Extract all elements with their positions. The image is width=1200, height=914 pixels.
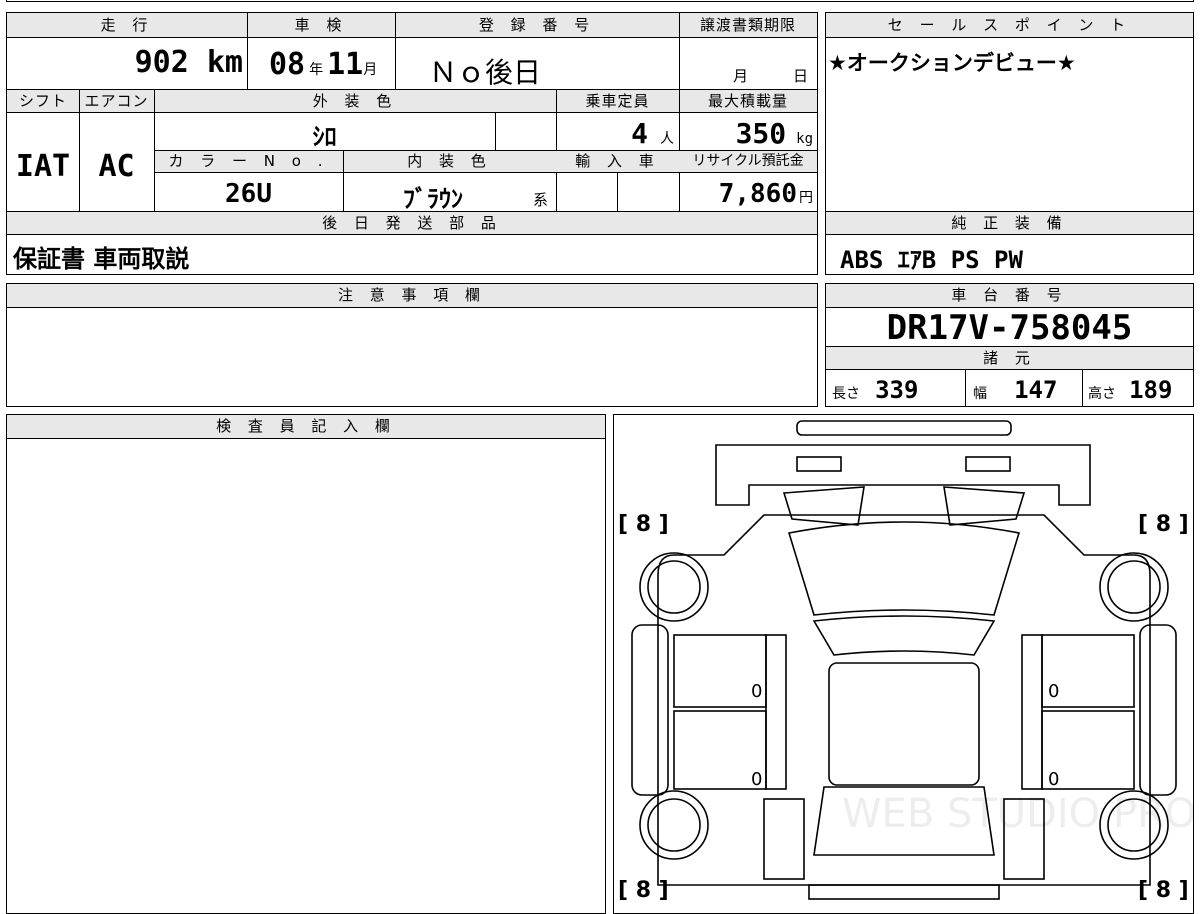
tire-mark-rear-left: [ 8 ] [618, 878, 669, 903]
sales-point-panel: セ ー ル ス ポ イ ン ト ★オークションデビュー★ [825, 12, 1194, 212]
exterior-color-label: 外 装 色 [312, 92, 398, 110]
spec-height: 高さ 189 [1088, 376, 1173, 404]
door-mark-rear-right: 0 [1048, 769, 1059, 790]
inspector-panel: 検 査 員 記 入 欄 [6, 414, 606, 914]
chassis-label: 車 台 番 号 [951, 286, 1068, 304]
inspection-label: 車 検 [294, 16, 348, 34]
spec-length: 長さ 339 [832, 376, 919, 404]
sales-point-text: ★オークションデビュー★ [828, 51, 1076, 75]
door-mark-front-left: 0 [751, 681, 762, 702]
inspection-value: 08 年 11月 [269, 47, 378, 82]
color-no-value: 26U [225, 179, 272, 209]
tire-mark-front-left: [ 8 ] [618, 512, 669, 537]
vehicle-info-table: 走 行 車 検 登 録 番 号 譲渡書類期限 902 km 08 年 11月 Ｎｏ後… [6, 12, 818, 275]
transfer-deadline-label: 譲渡書類期限 [699, 16, 796, 34]
genuine-equipment-value: ABS ｴｱB PS PW [840, 246, 1023, 274]
car-diagram: [ 8 ] [ 8 ] [ 8 ] [ 8 ] 0 0 0 0 WEB STUD… [618, 420, 1193, 903]
color-no-label: カ ラ ー N o . [168, 152, 329, 170]
recycle-fee-label: リサイクル預託金 [692, 153, 804, 169]
tire-mark-front-right: [ 8 ] [1138, 512, 1189, 537]
sales-point-label: セ ー ル ス ポ イ ン ト [887, 16, 1132, 34]
chassis-panel: 車 台 番 号 DR17V-758045 諸 元 長さ 339 幅 147 高さ… [825, 283, 1194, 407]
registration-value: Ｎｏ後日 [429, 56, 542, 89]
capacity-value: 4人 [631, 117, 674, 150]
notes-label: 注 意 事 項 欄 [337, 286, 487, 304]
interior-color-suffix: 系 [533, 191, 549, 209]
transfer-month-unit: 月 [733, 67, 749, 85]
watermark: WEB STUDIO PRO [842, 791, 1193, 837]
recycle-fee-value: 7,860 円 [718, 179, 813, 209]
door-mark-front-right: 0 [1048, 681, 1059, 702]
interior-color-value: ﾌﾞﾗｳﾝ [403, 185, 463, 213]
import-label: 輸 入 車 [575, 152, 660, 170]
tire-mark-rear-right: [ 8 ] [1138, 878, 1189, 903]
max-load-label: 最大積載量 [707, 92, 788, 110]
interior-color-label: 内 装 色 [407, 152, 492, 170]
notes-panel: 注 意 事 項 欄 [6, 283, 818, 407]
inspector-label: 検 査 員 記 入 欄 [216, 417, 396, 435]
door-mark-rear-left: 0 [751, 769, 762, 790]
mileage-label: 走 行 [100, 16, 154, 34]
specs-label: 諸 元 [983, 349, 1036, 367]
aircon-value: AC [98, 149, 135, 184]
top-edge-strip [6, 0, 1194, 2]
genuine-equipment-label: 純 正 装 備 [951, 214, 1068, 232]
genuine-equipment-panel: 純 正 装 備 ABS ｴｱB PS PW [825, 211, 1194, 275]
spec-width: 幅 147 [973, 376, 1058, 404]
later-parts-label: 後 日 発 送 部 品 [322, 214, 502, 232]
max-load-value: 350 kg [735, 117, 813, 150]
exterior-color-value: ｼﾛ [312, 123, 337, 151]
capacity-label: 乗車定員 [585, 92, 650, 110]
mileage-value: 902 km [134, 45, 243, 80]
aircon-label: エアコン [84, 92, 149, 110]
registration-label: 登 録 番 号 [478, 16, 596, 34]
shift-label: シフト [18, 92, 67, 110]
transfer-day-unit: 日 [793, 67, 809, 85]
shift-value: IAT [15, 149, 71, 184]
later-parts-value: 保証書 車両取説 [13, 245, 190, 273]
car-diagram-panel: [ 8 ] [ 8 ] [ 8 ] [ 8 ] 0 0 0 0 WEB STUD… [613, 414, 1194, 914]
chassis-number: DR17V-758045 [886, 308, 1133, 348]
